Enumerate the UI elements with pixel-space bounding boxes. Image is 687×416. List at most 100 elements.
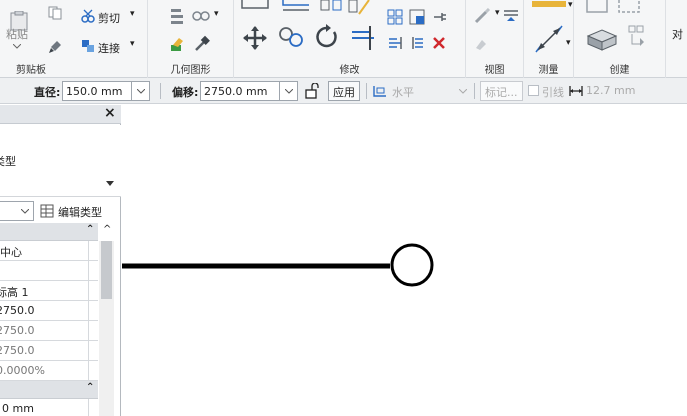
cut-button[interactable] bbox=[80, 8, 96, 24]
justification-dropdown[interactable] bbox=[454, 81, 472, 101]
justification-value[interactable]: 水平 bbox=[392, 84, 414, 100]
pin-button[interactable] bbox=[430, 8, 448, 26]
offset-field[interactable] bbox=[200, 81, 280, 101]
collapse-icon[interactable]: ⌃ bbox=[86, 382, 94, 393]
property-value[interactable]: 2750.0 bbox=[0, 341, 88, 361]
split-button[interactable] bbox=[386, 8, 404, 26]
property-value[interactable]: 2750.0 bbox=[0, 321, 88, 341]
array-button[interactable] bbox=[408, 8, 426, 26]
create-group-button[interactable] bbox=[616, 0, 642, 14]
align-left-button[interactable] bbox=[386, 34, 404, 52]
chevron-down-icon bbox=[136, 88, 145, 94]
linework-icon bbox=[504, 10, 518, 21]
tag-button[interactable]: 标记... bbox=[480, 81, 523, 101]
next-panel-text[interactable]: 对 bbox=[672, 26, 683, 42]
eraser-icon bbox=[476, 40, 486, 50]
view-panel: ▾ 视图 bbox=[466, 0, 524, 78]
chevron-down-icon bbox=[459, 88, 467, 94]
canvas-drawing bbox=[122, 243, 434, 287]
justification-icon-wrap bbox=[372, 84, 388, 98]
scissors-icon bbox=[81, 9, 95, 23]
rotate-button[interactable] bbox=[312, 22, 342, 52]
scrollbar-thumb[interactable] bbox=[101, 241, 112, 299]
diameter-field[interactable] bbox=[62, 81, 132, 101]
demolish-button[interactable] bbox=[192, 34, 212, 54]
scale-icon bbox=[389, 37, 402, 49]
leader-length-value[interactable]: 12.7 mm bbox=[586, 84, 635, 97]
create-panel: 创建 bbox=[574, 0, 666, 78]
property-value[interactable]: 中心 bbox=[0, 241, 88, 261]
pencil-icon bbox=[474, 8, 491, 24]
constraints-group-header[interactable]: ⌃ bbox=[0, 223, 98, 241]
join-button[interactable] bbox=[80, 38, 96, 54]
property-value[interactable] bbox=[0, 261, 88, 281]
edit-type-button[interactable]: 编辑类型 bbox=[38, 201, 118, 221]
mirror-draw-button[interactable] bbox=[346, 0, 372, 16]
copy-button[interactable] bbox=[46, 4, 64, 22]
property-value[interactable]: 标高 1 bbox=[0, 281, 88, 301]
match-type-button[interactable] bbox=[46, 38, 64, 56]
geometry-dropdown[interactable]: ▾ bbox=[214, 9, 219, 19]
property-value[interactable]: 0.0000% bbox=[0, 361, 88, 381]
create-parts-button[interactable] bbox=[584, 22, 620, 56]
apply-button[interactable]: 应用 bbox=[328, 81, 360, 101]
ribbon: 粘贴 剪切 ▾ 连接 ▾ 剪贴板 ▾ 几何图形 修改 ▾ 视图 ▾ ▾ 测量 创… bbox=[0, 0, 687, 78]
scroll-up-icon[interactable]: ^ bbox=[103, 224, 111, 235]
offset-dropdown[interactable] bbox=[280, 81, 298, 101]
separator bbox=[160, 83, 161, 99]
assembly-icon bbox=[628, 25, 644, 46]
cut-dropdown[interactable]: ▾ bbox=[130, 9, 135, 19]
linework-button[interactable] bbox=[502, 6, 520, 24]
view-dropdown[interactable]: ▾ bbox=[495, 8, 500, 18]
rotate-icon bbox=[316, 24, 337, 48]
measure-dropdown[interactable]: ▾ bbox=[568, 0, 573, 10]
create-similar-button[interactable] bbox=[584, 0, 610, 14]
move-button[interactable] bbox=[240, 24, 270, 52]
override-graphics-button[interactable] bbox=[472, 6, 494, 26]
geometry-panel-label: 几何图形 bbox=[170, 65, 211, 76]
split-icon bbox=[387, 9, 403, 25]
geometry-panel: ▾ 几何图形 bbox=[148, 0, 234, 78]
type-selector[interactable]: 类型 bbox=[0, 125, 121, 197]
measure-button[interactable] bbox=[530, 0, 568, 10]
dimension-dropdown[interactable]: ▾ bbox=[566, 38, 571, 48]
leader-checkbox[interactable] bbox=[528, 85, 539, 96]
hide-element-button[interactable] bbox=[472, 36, 490, 54]
property-cell bbox=[88, 241, 98, 261]
create-group-icon bbox=[618, 0, 640, 13]
justification-icon bbox=[373, 86, 386, 97]
dimension-button[interactable] bbox=[532, 22, 566, 56]
mirror-axis-button[interactable] bbox=[318, 0, 344, 14]
unpin-button[interactable] bbox=[408, 34, 426, 52]
align-button[interactable] bbox=[240, 0, 272, 10]
property-value[interactable]: 0 mm bbox=[0, 399, 88, 416]
collapse-icon[interactable]: ⌃ bbox=[86, 224, 94, 235]
trim-icon bbox=[352, 26, 374, 50]
paste-dropdown[interactable] bbox=[10, 40, 24, 52]
separator bbox=[366, 83, 367, 99]
delete-icon bbox=[433, 37, 445, 49]
link-geometry-button[interactable] bbox=[190, 6, 212, 26]
chevron-down-icon bbox=[284, 88, 293, 94]
offset-button[interactable] bbox=[280, 0, 312, 12]
edit-type-icon bbox=[40, 204, 54, 218]
view-panel-label: 视图 bbox=[484, 65, 505, 76]
copy-element-button[interactable] bbox=[276, 24, 306, 50]
drawing-canvas[interactable] bbox=[122, 105, 687, 416]
lock-button[interactable] bbox=[302, 82, 322, 100]
edit-type-row: 编辑类型 bbox=[0, 197, 121, 223]
close-icon[interactable]: × bbox=[104, 105, 116, 121]
delete-button[interactable] bbox=[430, 34, 448, 52]
join-dropdown[interactable]: ▾ bbox=[130, 39, 135, 49]
cope-button[interactable] bbox=[168, 6, 186, 26]
trim-extend-button[interactable] bbox=[348, 22, 378, 52]
diameter-label: 直径: bbox=[34, 86, 61, 99]
property-value[interactable]: 2750.0 bbox=[0, 301, 88, 321]
create-assembly-button[interactable] bbox=[626, 22, 648, 52]
dimensions-group-header[interactable]: ⌃ bbox=[0, 381, 98, 399]
pipe-end-circle[interactable] bbox=[390, 243, 434, 287]
diameter-dropdown[interactable] bbox=[132, 81, 150, 101]
cut-label: 剪切 bbox=[98, 12, 120, 25]
filter-dropdown[interactable] bbox=[0, 201, 34, 221]
paint-button[interactable] bbox=[168, 34, 188, 54]
